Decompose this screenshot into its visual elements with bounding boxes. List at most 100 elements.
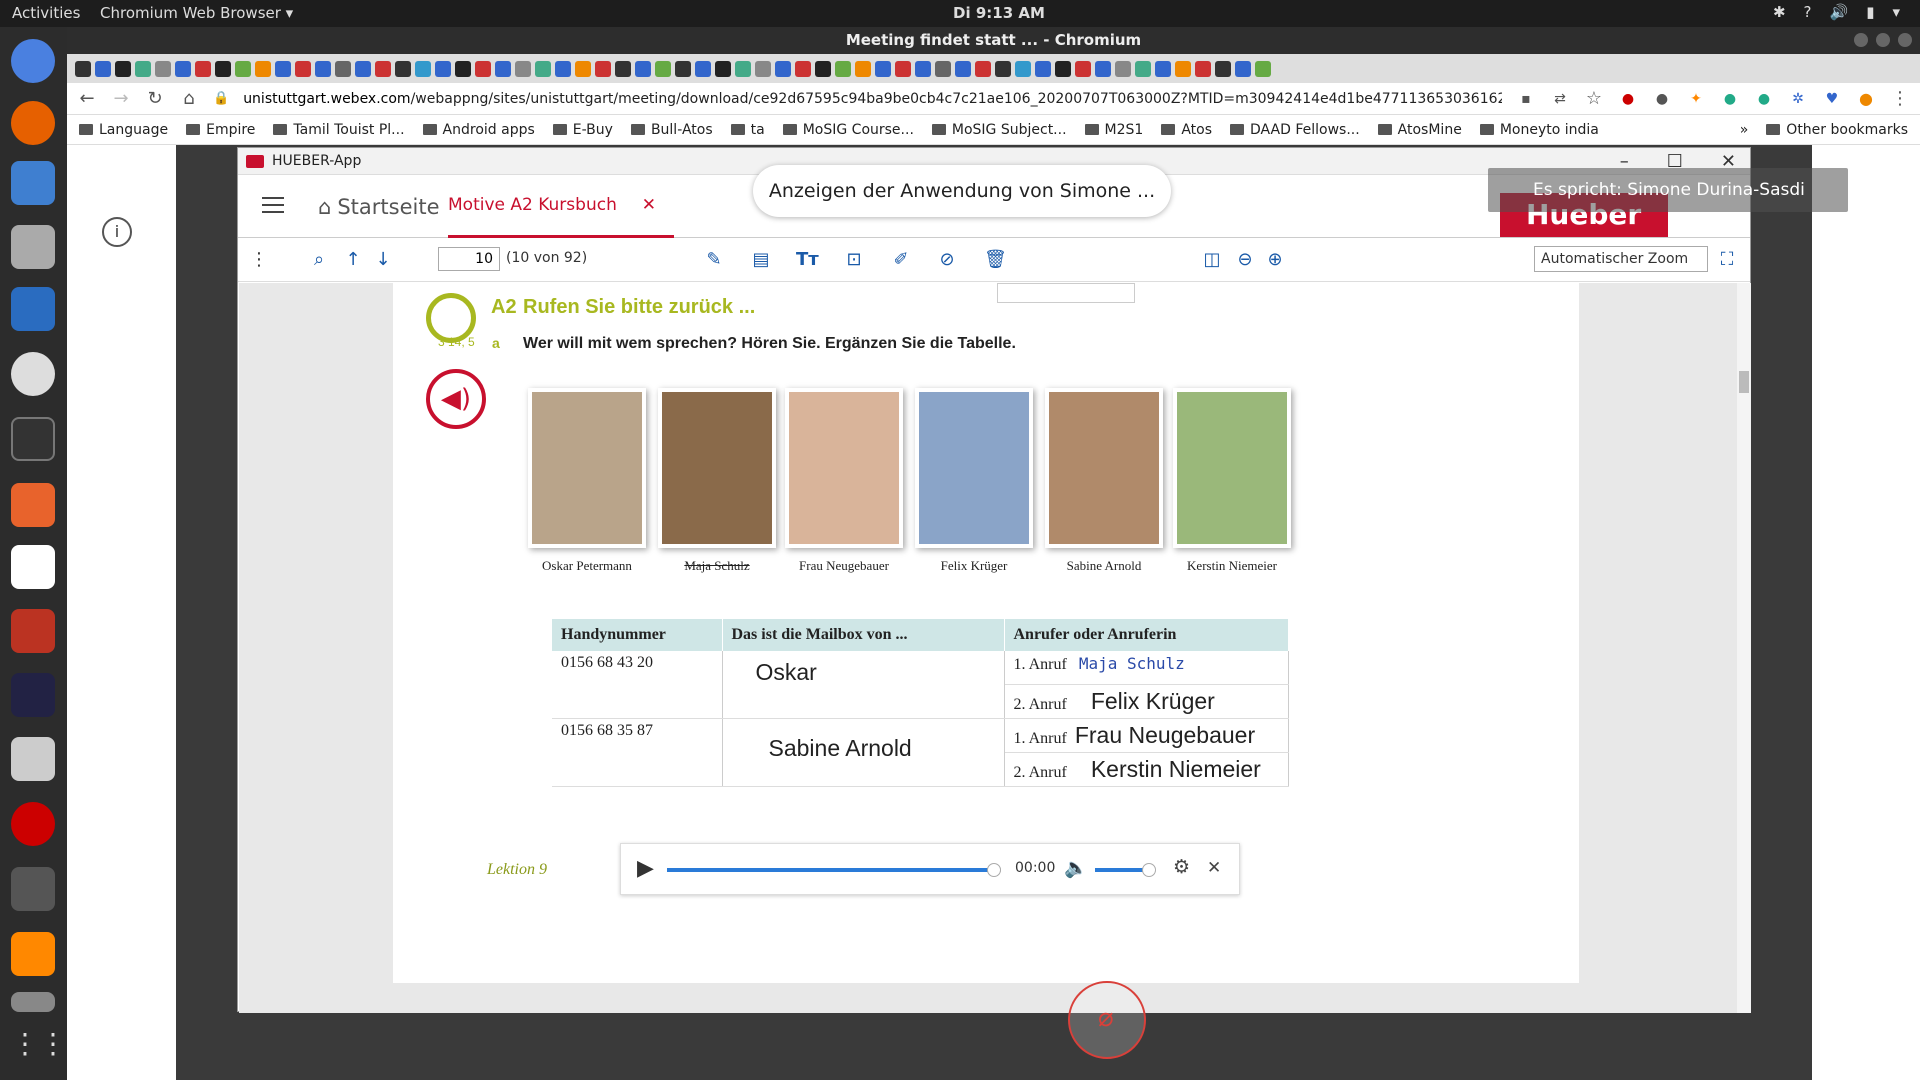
startseite-link[interactable]: ⌂ Startseite: [318, 195, 440, 219]
bookmark-star-icon[interactable]: ☆: [1584, 88, 1604, 109]
tab-favicon[interactable]: [575, 60, 591, 77]
vm-icon[interactable]: [11, 867, 55, 911]
tab-favicon[interactable]: [335, 60, 351, 77]
tab-favicon[interactable]: [395, 60, 411, 77]
extension-icon[interactable]: ●: [1754, 91, 1774, 107]
previous-page-icon[interactable]: ↑: [342, 250, 364, 270]
tab-favicon[interactable]: [155, 60, 171, 77]
tab-favicon[interactable]: [1015, 60, 1031, 77]
tab-favicon[interactable]: [1195, 60, 1211, 77]
tab-favicon[interactable]: [1075, 60, 1091, 77]
scrollbar-thumb[interactable]: [1739, 371, 1749, 393]
tab-favicon[interactable]: [795, 60, 811, 77]
settings-gear-icon[interactable]: ⚙: [1173, 856, 1190, 878]
presentation-icon[interactable]: [11, 609, 55, 653]
profile-avatar[interactable]: ●: [1856, 89, 1876, 108]
tab-favicon[interactable]: [655, 60, 671, 77]
system-tray[interactable]: ✱? 🔊 ▮ ▾: [1773, 3, 1900, 21]
chromium-icon[interactable]: [11, 39, 55, 83]
tab-favicon[interactable]: [675, 60, 691, 77]
hide-annotations-icon[interactable]: ⊘: [936, 250, 958, 270]
show-apps-icon[interactable]: ⋮⋮: [11, 1027, 67, 1067]
zoom-out-icon[interactable]: ⊖: [1234, 250, 1256, 270]
amazon-icon[interactable]: [11, 545, 55, 589]
tab-favicon[interactable]: [535, 60, 551, 77]
tab-favicon[interactable]: [695, 60, 711, 77]
volume-track[interactable]: [1095, 863, 1156, 877]
delete-icon[interactable]: 🗑: [984, 250, 1007, 270]
terminal-icon[interactable]: [11, 417, 55, 461]
reload-icon[interactable]: ↻: [145, 88, 165, 109]
help-icon[interactable]: ?: [1804, 3, 1812, 21]
tab-favicon[interactable]: [1255, 60, 1271, 77]
usb-drive-icon[interactable]: [11, 992, 55, 1012]
extension-icon[interactable]: ✦: [1686, 91, 1706, 107]
tab-favicon[interactable]: [555, 60, 571, 77]
tab-favicon[interactable]: [775, 60, 791, 77]
maximize-button[interactable]: [1876, 33, 1890, 47]
back-icon[interactable]: ←: [77, 88, 97, 109]
extension-icon[interactable]: ✲: [1788, 91, 1808, 107]
home-icon[interactable]: ⌂: [179, 88, 199, 109]
tab-favicon[interactable]: [515, 60, 531, 77]
system-monitor-icon[interactable]: [11, 673, 55, 717]
adblock-icon[interactable]: ●: [1618, 91, 1638, 107]
zoom-in-icon[interactable]: ⊕: [1264, 250, 1286, 270]
bookmarks-overflow-button[interactable]: »: [1740, 122, 1749, 138]
highlight-icon[interactable]: ✎: [703, 250, 725, 270]
tab-favicon[interactable]: [735, 60, 751, 77]
page-number-input[interactable]: 10: [438, 247, 500, 271]
tab-favicon[interactable]: [975, 60, 991, 77]
tab-favicon[interactable]: [1035, 60, 1051, 77]
tab-favicon[interactable]: [915, 60, 931, 77]
tab-favicon[interactable]: [195, 60, 211, 77]
text-tool-icon[interactable]: Tт: [796, 250, 819, 270]
power-menu-icon[interactable]: ▾: [1892, 3, 1900, 21]
extension-icon[interactable]: ●: [1652, 91, 1672, 107]
tab-favicon[interactable]: [495, 60, 511, 77]
bookmark-item[interactable]: DAAD Fellows...: [1230, 122, 1360, 138]
tab-favicon[interactable]: [475, 60, 491, 77]
mailbox-cell[interactable]: Sabine Arnold: [722, 718, 1005, 787]
tab-favicon[interactable]: [615, 60, 631, 77]
progress-track[interactable]: [667, 863, 1002, 877]
tab-favicon[interactable]: [315, 60, 331, 77]
bookmark-item[interactable]: Android apps: [422, 122, 535, 138]
call-cell[interactable]: 1. Anruf Frau Neugebauer: [1004, 718, 1289, 753]
tab-favicon[interactable]: [1175, 60, 1191, 77]
tab-favicon[interactable]: [855, 60, 871, 77]
info-icon[interactable]: i: [102, 217, 132, 247]
tab-favicon[interactable]: [835, 60, 851, 77]
extension-icon[interactable]: ●: [1720, 91, 1740, 107]
close-player-icon[interactable]: ✕: [1207, 858, 1221, 878]
progress-handle[interactable]: [987, 863, 1002, 877]
close-window-button[interactable]: [1898, 33, 1912, 47]
tab-favicon[interactable]: [75, 60, 91, 77]
bookmark-item[interactable]: Language: [79, 122, 168, 138]
call-cell[interactable]: 2. Anruf Felix Krüger: [1004, 684, 1289, 719]
camera-icon[interactable]: [11, 737, 55, 781]
tab-favicon[interactable]: [1155, 60, 1171, 77]
bookmark-item[interactable]: Tamil Touist Pl...: [273, 122, 405, 138]
sidebar-toggle-icon[interactable]: ◫: [1201, 250, 1223, 270]
tab-favicon[interactable]: [215, 60, 231, 77]
software-center-icon[interactable]: [11, 483, 55, 527]
sharing-banner[interactable]: Anzeigen der Anwendung von Simone ...: [753, 165, 1171, 217]
tab-favicon[interactable]: [415, 60, 431, 77]
bookmark-item[interactable]: E-Buy: [552, 122, 613, 138]
lock-icon[interactable]: 🔒: [213, 91, 229, 106]
tab-favicon[interactable]: [1055, 60, 1071, 77]
tab-favicon[interactable]: [935, 60, 951, 77]
tab-favicon[interactable]: [1095, 60, 1111, 77]
tab-favicon[interactable]: [175, 60, 191, 77]
bookmark-item[interactable]: Atos: [1161, 122, 1212, 138]
camera-permission-icon[interactable]: ▪: [1516, 91, 1536, 107]
battery-icon[interactable]: ▮: [1866, 3, 1874, 21]
tab-favicon[interactable]: [435, 60, 451, 77]
tab-favicon[interactable]: [1115, 60, 1131, 77]
mailbox-cell[interactable]: Oskar: [722, 651, 1005, 719]
volume-icon[interactable]: 🔊: [1830, 3, 1849, 21]
tab-motive-kursbuch[interactable]: Motive A2 Kursbuch ✕: [448, 195, 674, 238]
mute-microphone-button[interactable]: ⌀: [1068, 981, 1146, 1059]
tab-favicon[interactable]: [715, 60, 731, 77]
